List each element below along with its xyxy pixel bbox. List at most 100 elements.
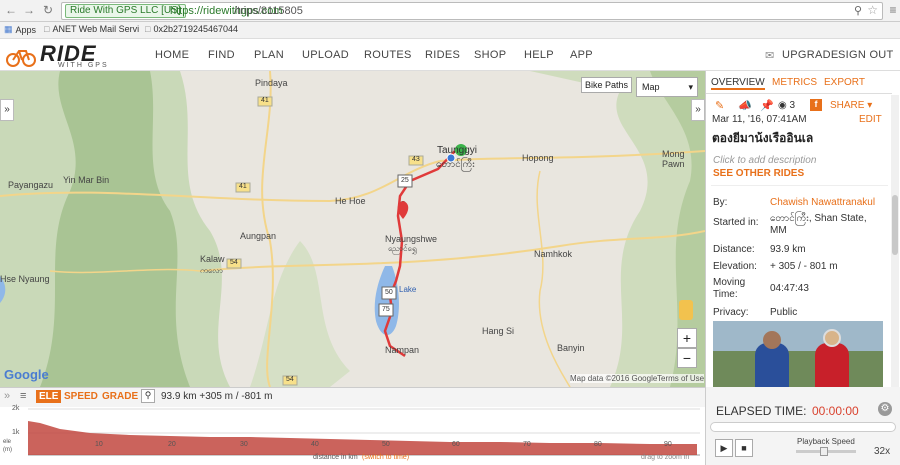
bookmark-hash[interactable]: □ 0x2b2719245467044 xyxy=(145,24,238,34)
road-number: 50 xyxy=(385,289,393,296)
edit-icon[interactable]: ✎ xyxy=(715,99,724,112)
started-label: Started in: xyxy=(713,217,759,228)
star-icon[interactable]: ☆ xyxy=(867,3,878,17)
site-header: RIDE WITH GPS HOME FIND PLAN UPLOAD ROUT… xyxy=(0,39,900,71)
tab-export[interactable]: EXPORT xyxy=(824,77,865,88)
place-label: Payangazu xyxy=(8,180,54,190)
pegman-icon[interactable] xyxy=(679,300,693,320)
scrollbar-thumb[interactable] xyxy=(892,195,898,255)
x-axis-label: distance in km xyxy=(313,454,358,461)
zoom-out-button[interactable]: − xyxy=(677,348,697,368)
playback-speed-label: Playback Speed xyxy=(797,437,855,446)
tab-metrics[interactable]: METRICS xyxy=(772,77,817,88)
y-tick: 1k xyxy=(12,429,20,436)
zoom-in-button[interactable]: + xyxy=(677,328,697,348)
bike-paths-toggle[interactable]: Bike Paths xyxy=(581,77,633,93)
nav-rides[interactable]: RIDES xyxy=(425,49,460,61)
ride-photo[interactable] xyxy=(713,321,883,387)
x-tick: 90 xyxy=(664,441,672,448)
place-label: ညောင်ရွှေ xyxy=(388,244,417,253)
panel-scrollbar[interactable] xyxy=(891,95,899,387)
facebook-icon[interactable]: f xyxy=(810,99,822,111)
stop-button[interactable]: ■ xyxy=(735,439,753,457)
gear-icon[interactable]: ⚙ xyxy=(878,402,892,416)
mail-icon[interactable]: ✉ xyxy=(765,49,775,62)
terms-link[interactable]: Terms of Use xyxy=(657,374,705,383)
y-axis-label: ele (m) xyxy=(3,439,12,453)
x-tick: 50 xyxy=(382,441,390,448)
nav-home[interactable]: HOME xyxy=(155,49,189,61)
place-label: Taunggyi xyxy=(437,145,478,156)
road-number: 41 xyxy=(239,183,247,190)
nav-signout[interactable]: SIGN OUT xyxy=(838,49,894,61)
bookmark-apps[interactable]: ▦ Apps xyxy=(4,24,36,35)
browser-toolbar: ← → ↻ Ride With GPS LLC [US] https://rid… xyxy=(0,0,900,22)
playback-progress[interactable] xyxy=(710,422,896,432)
share-button[interactable]: SHARE ▾ xyxy=(830,100,872,111)
road-number: 54 xyxy=(286,376,294,383)
apps-icon: ▦ xyxy=(4,24,13,34)
reload-icon[interactable]: ↻ xyxy=(41,3,55,17)
nav-upload[interactable]: UPLOAD xyxy=(302,49,349,61)
map-view[interactable]: Pindaya Taunggyi တောင်ကြီး Hopong Mong P… xyxy=(0,71,705,387)
map-attribution: Map data ©2016 Google xyxy=(570,374,658,383)
place-label: Nampan xyxy=(385,345,420,355)
elapsed-value: 00:00:00 xyxy=(812,404,859,418)
menu-icon[interactable]: ≡ xyxy=(886,3,900,17)
started-value: တောင်ကြီး, Shan State, MM xyxy=(770,213,867,236)
place-label: Hang Si xyxy=(482,326,515,336)
place-label: Hopong xyxy=(522,153,554,163)
moving-time-value: 04:47:43 xyxy=(770,283,809,294)
author-link[interactable]: Chawish Nawattranakul xyxy=(770,197,875,208)
list-icon[interactable]: ≡ xyxy=(20,390,26,402)
megaphone-icon[interactable]: 📣 xyxy=(738,99,752,112)
tab-overview[interactable]: OVERVIEW xyxy=(711,77,765,90)
place-label: Aungpan xyxy=(240,231,277,241)
forward-icon[interactable]: → xyxy=(22,3,36,17)
road-number: 54 xyxy=(230,259,238,266)
nav-plan[interactable]: PLAN xyxy=(254,49,284,61)
logo[interactable]: RIDE WITH GPS xyxy=(6,41,136,69)
expand-left-icon[interactable]: » xyxy=(0,99,14,121)
bookmarks-bar: ▦ Apps □ ANET Web Mail Servi □ 0x2b27192454… xyxy=(0,22,900,39)
nav-upgrade[interactable]: UPGRADE xyxy=(782,49,839,61)
magnify-icon[interactable]: ⚲ xyxy=(141,389,155,403)
address-bar[interactable]: Ride With GPS LLC [US] https://ridewithg… xyxy=(61,2,883,20)
edit-link[interactable]: EDIT xyxy=(859,114,882,125)
switch-to-time-link[interactable]: (switch to time) xyxy=(362,454,409,461)
page-icon: □ xyxy=(44,24,50,34)
divider xyxy=(711,185,888,186)
place-label: Banyin xyxy=(557,343,585,353)
nav-find[interactable]: FIND xyxy=(208,49,235,61)
moving-time-label: Moving Time: xyxy=(713,277,746,300)
tab-speed[interactable]: SPEED xyxy=(64,391,98,402)
nav-app[interactable]: APP xyxy=(570,49,593,61)
speed-slider-handle[interactable] xyxy=(820,447,828,456)
nav-help[interactable]: HELP xyxy=(524,49,554,61)
tab-elevation[interactable]: ELE xyxy=(36,390,62,403)
place-label: ကလော xyxy=(200,266,223,275)
elevation-chart[interactable]: 2k 1k ele (m) 10 20 30 40 50 60 70 80 90… xyxy=(0,405,705,465)
secure-badge: Ride With GPS LLC [US] xyxy=(65,4,186,18)
back-icon[interactable]: ← xyxy=(4,3,18,17)
expand-icon[interactable]: » xyxy=(4,390,10,402)
map-type-select[interactable]: Map ▾ xyxy=(636,77,698,97)
nav-shop[interactable]: SHOP xyxy=(474,49,506,61)
pin-icon[interactable]: 📌 xyxy=(760,99,774,112)
expand-right-icon[interactable]: » xyxy=(691,99,705,121)
photo-ground xyxy=(713,351,883,387)
nav-routes[interactable]: ROUTES xyxy=(364,49,412,61)
x-tick: 70 xyxy=(523,441,531,448)
see-other-rides-link[interactable]: SEE OTHER RIDES xyxy=(713,168,804,179)
play-button[interactable]: ▶ xyxy=(715,439,733,457)
map-canvas xyxy=(0,71,705,387)
ride-details-panel: OVERVIEW METRICS EXPORT ✎ 📣 📌 ◉ 3 f SHAR… xyxy=(705,71,900,387)
bookmark-anet[interactable]: □ ANET Web Mail Servi xyxy=(44,24,139,34)
elevation-value: + 305 / - 801 m xyxy=(770,261,838,272)
place-label: He Hoe xyxy=(335,196,366,206)
zoom-icon[interactable]: ⚲ xyxy=(854,4,862,17)
elevation-summary: 93.9 km +305 m / -801 m xyxy=(161,391,273,402)
tab-grade[interactable]: GRADE xyxy=(102,391,138,402)
speed-slider[interactable] xyxy=(796,447,856,456)
add-description[interactable]: Click to add description xyxy=(713,155,816,166)
